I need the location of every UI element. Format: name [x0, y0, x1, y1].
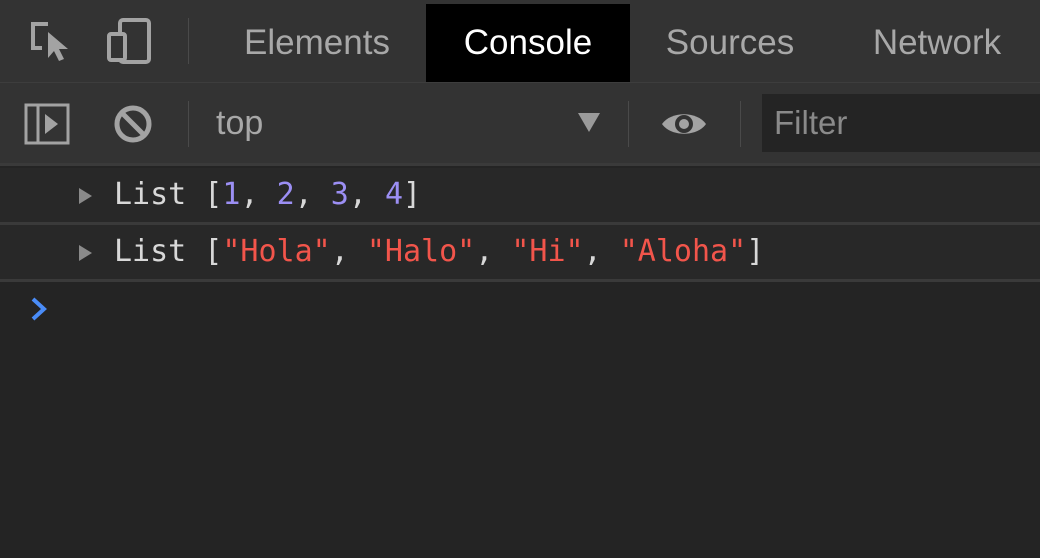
filter-input[interactable]	[762, 94, 1040, 152]
toolbar-divider	[628, 101, 629, 147]
triangle-right-icon[interactable]	[79, 245, 92, 261]
eye-icon[interactable]	[659, 107, 709, 141]
console-prompt-input[interactable]	[60, 284, 1020, 334]
context-selector[interactable]: top	[200, 83, 620, 163]
tab-console[interactable]: Console	[426, 4, 630, 82]
chevron-right-icon	[31, 297, 47, 321]
console-toolbar: top	[0, 83, 1040, 166]
sidebar-toggle-icon[interactable]	[24, 101, 70, 147]
context-label: top	[216, 104, 264, 142]
tab-network[interactable]: Network	[848, 4, 1026, 82]
message-text: List [1, 2, 3, 4]	[114, 177, 422, 212]
device-toggle-icon[interactable]	[106, 18, 152, 64]
console-message[interactable]: List [1, 2, 3, 4]	[0, 168, 1040, 225]
console-message[interactable]: List ["Hola", "Halo", "Hi", "Aloha"]	[0, 225, 1040, 282]
toolbar-divider	[188, 18, 189, 64]
toolbar-divider	[740, 101, 741, 147]
message-text: List ["Hola", "Halo", "Hi", "Aloha"]	[114, 234, 765, 269]
tab-sources[interactable]: Sources	[640, 4, 820, 82]
toolbar-divider	[188, 101, 189, 147]
triangle-down-icon	[578, 113, 600, 132]
cursor-select-icon[interactable]	[28, 18, 74, 64]
clear-console-icon[interactable]	[112, 103, 154, 145]
devtools-tabbar: Elements Console Sources Network	[0, 0, 1040, 83]
triangle-right-icon[interactable]	[79, 188, 92, 204]
tab-elements[interactable]: Elements	[222, 4, 412, 82]
